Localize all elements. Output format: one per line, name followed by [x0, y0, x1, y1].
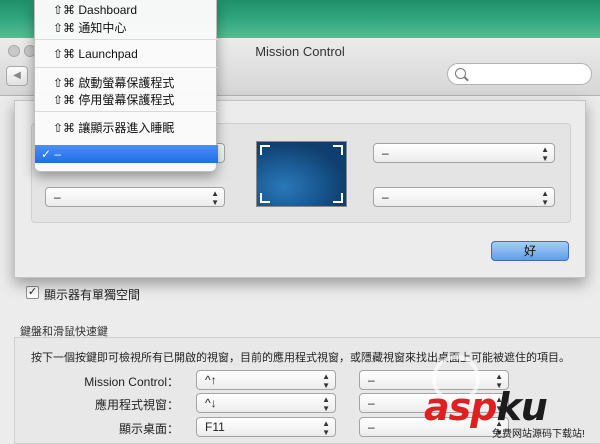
show-desktop-shortcut-label: 顯示桌面： [118, 422, 179, 436]
desktop-preview-thumbnail [256, 141, 347, 207]
separate-spaces-checkbox[interactable]: ✓ [26, 286, 39, 299]
corner-marker-icon [333, 193, 343, 203]
top-right-corner-popup[interactable]: – ▲ ▼ [373, 143, 555, 163]
updown-arrows-icon: ▲▼ [322, 372, 330, 390]
watermark-logo: aspku [424, 385, 548, 429]
menu-item-notification-center[interactable]: ⇧⌘ 通知中心 [53, 19, 126, 36]
back-button[interactable]: ◀ [6, 66, 28, 86]
popup-value: ^↓ [205, 396, 217, 410]
menu-separator [35, 67, 218, 68]
logo-part: asp [424, 385, 497, 429]
menu-separator [35, 111, 218, 112]
mission-control-shortcut-label: Mission Control： [84, 375, 179, 389]
mission-control-key-popup[interactable]: ^↑ ▲ ▼ [196, 370, 336, 390]
app-windows-key-popup[interactable]: ^↓ ▲ ▼ [196, 393, 336, 413]
corner-marker-icon [260, 193, 270, 203]
show-desktop-key-popup[interactable]: F11 ▲ ▼ [196, 417, 336, 437]
popup-value: ^↑ [205, 373, 217, 387]
corner-marker-icon [260, 145, 270, 155]
updown-arrows-icon: ▲▼ [211, 189, 219, 207]
ok-button[interactable]: 好 [491, 241, 569, 261]
menu-item-dashboard[interactable]: ⇧⌘ Dashboard [53, 3, 137, 17]
menu-item-launchpad[interactable]: ⇧⌘ Launchpad [53, 47, 138, 61]
popup-value: – [368, 420, 375, 434]
menu-separator [35, 39, 218, 40]
search-icon [455, 68, 466, 79]
updown-arrows-icon: ▲▼ [322, 395, 330, 413]
separate-spaces-label: 顯示器有單獨空間 [44, 288, 141, 302]
popup-value: – [54, 190, 61, 204]
logo-part: ku [496, 385, 547, 429]
updown-arrows-icon: ▲▼ [541, 145, 549, 163]
selected-item-label: ✓ – [41, 147, 62, 161]
chevron-left-icon: ◀ [13, 70, 21, 81]
hot-corner-dropdown-menu: ⇧⌘ Dashboard ⇧⌘ 通知中心 ⇧⌘ Launchpad ⇧⌘ 啟動螢… [34, 0, 218, 172]
corner-marker-icon [333, 145, 343, 155]
menu-item-start-screensaver[interactable]: ⇧⌘ 啟動螢幕保護程式 [53, 74, 174, 91]
popup-value: – [382, 190, 389, 204]
menu-item-display-sleep[interactable]: ⇧⌘ 讓顯示器進入睡眠 [53, 119, 174, 136]
updown-arrows-icon: ▲▼ [322, 419, 330, 437]
search-field[interactable] [447, 63, 592, 85]
popup-value: – [382, 146, 389, 160]
watermark-subtitle: 免费网站源码下载站! [492, 429, 585, 440]
popup-value: F11 [205, 420, 225, 434]
site-watermark: aspku 免费网站源码下载站! [418, 355, 600, 444]
updown-arrows-icon: ▲▼ [541, 189, 549, 207]
bottom-left-corner-popup[interactable]: – ▲ ▼ [45, 187, 225, 207]
bottom-right-corner-popup[interactable]: – ▲ ▼ [373, 187, 555, 207]
app-windows-shortcut-label: 應用程式視窗： [94, 398, 179, 412]
popup-value: – [368, 373, 375, 387]
popup-value: – [368, 396, 375, 410]
menu-item-none-selected[interactable]: ✓ – [35, 145, 218, 163]
menu-item-disable-screensaver[interactable]: ⇧⌘ 停用螢幕保護程式 [53, 91, 174, 108]
